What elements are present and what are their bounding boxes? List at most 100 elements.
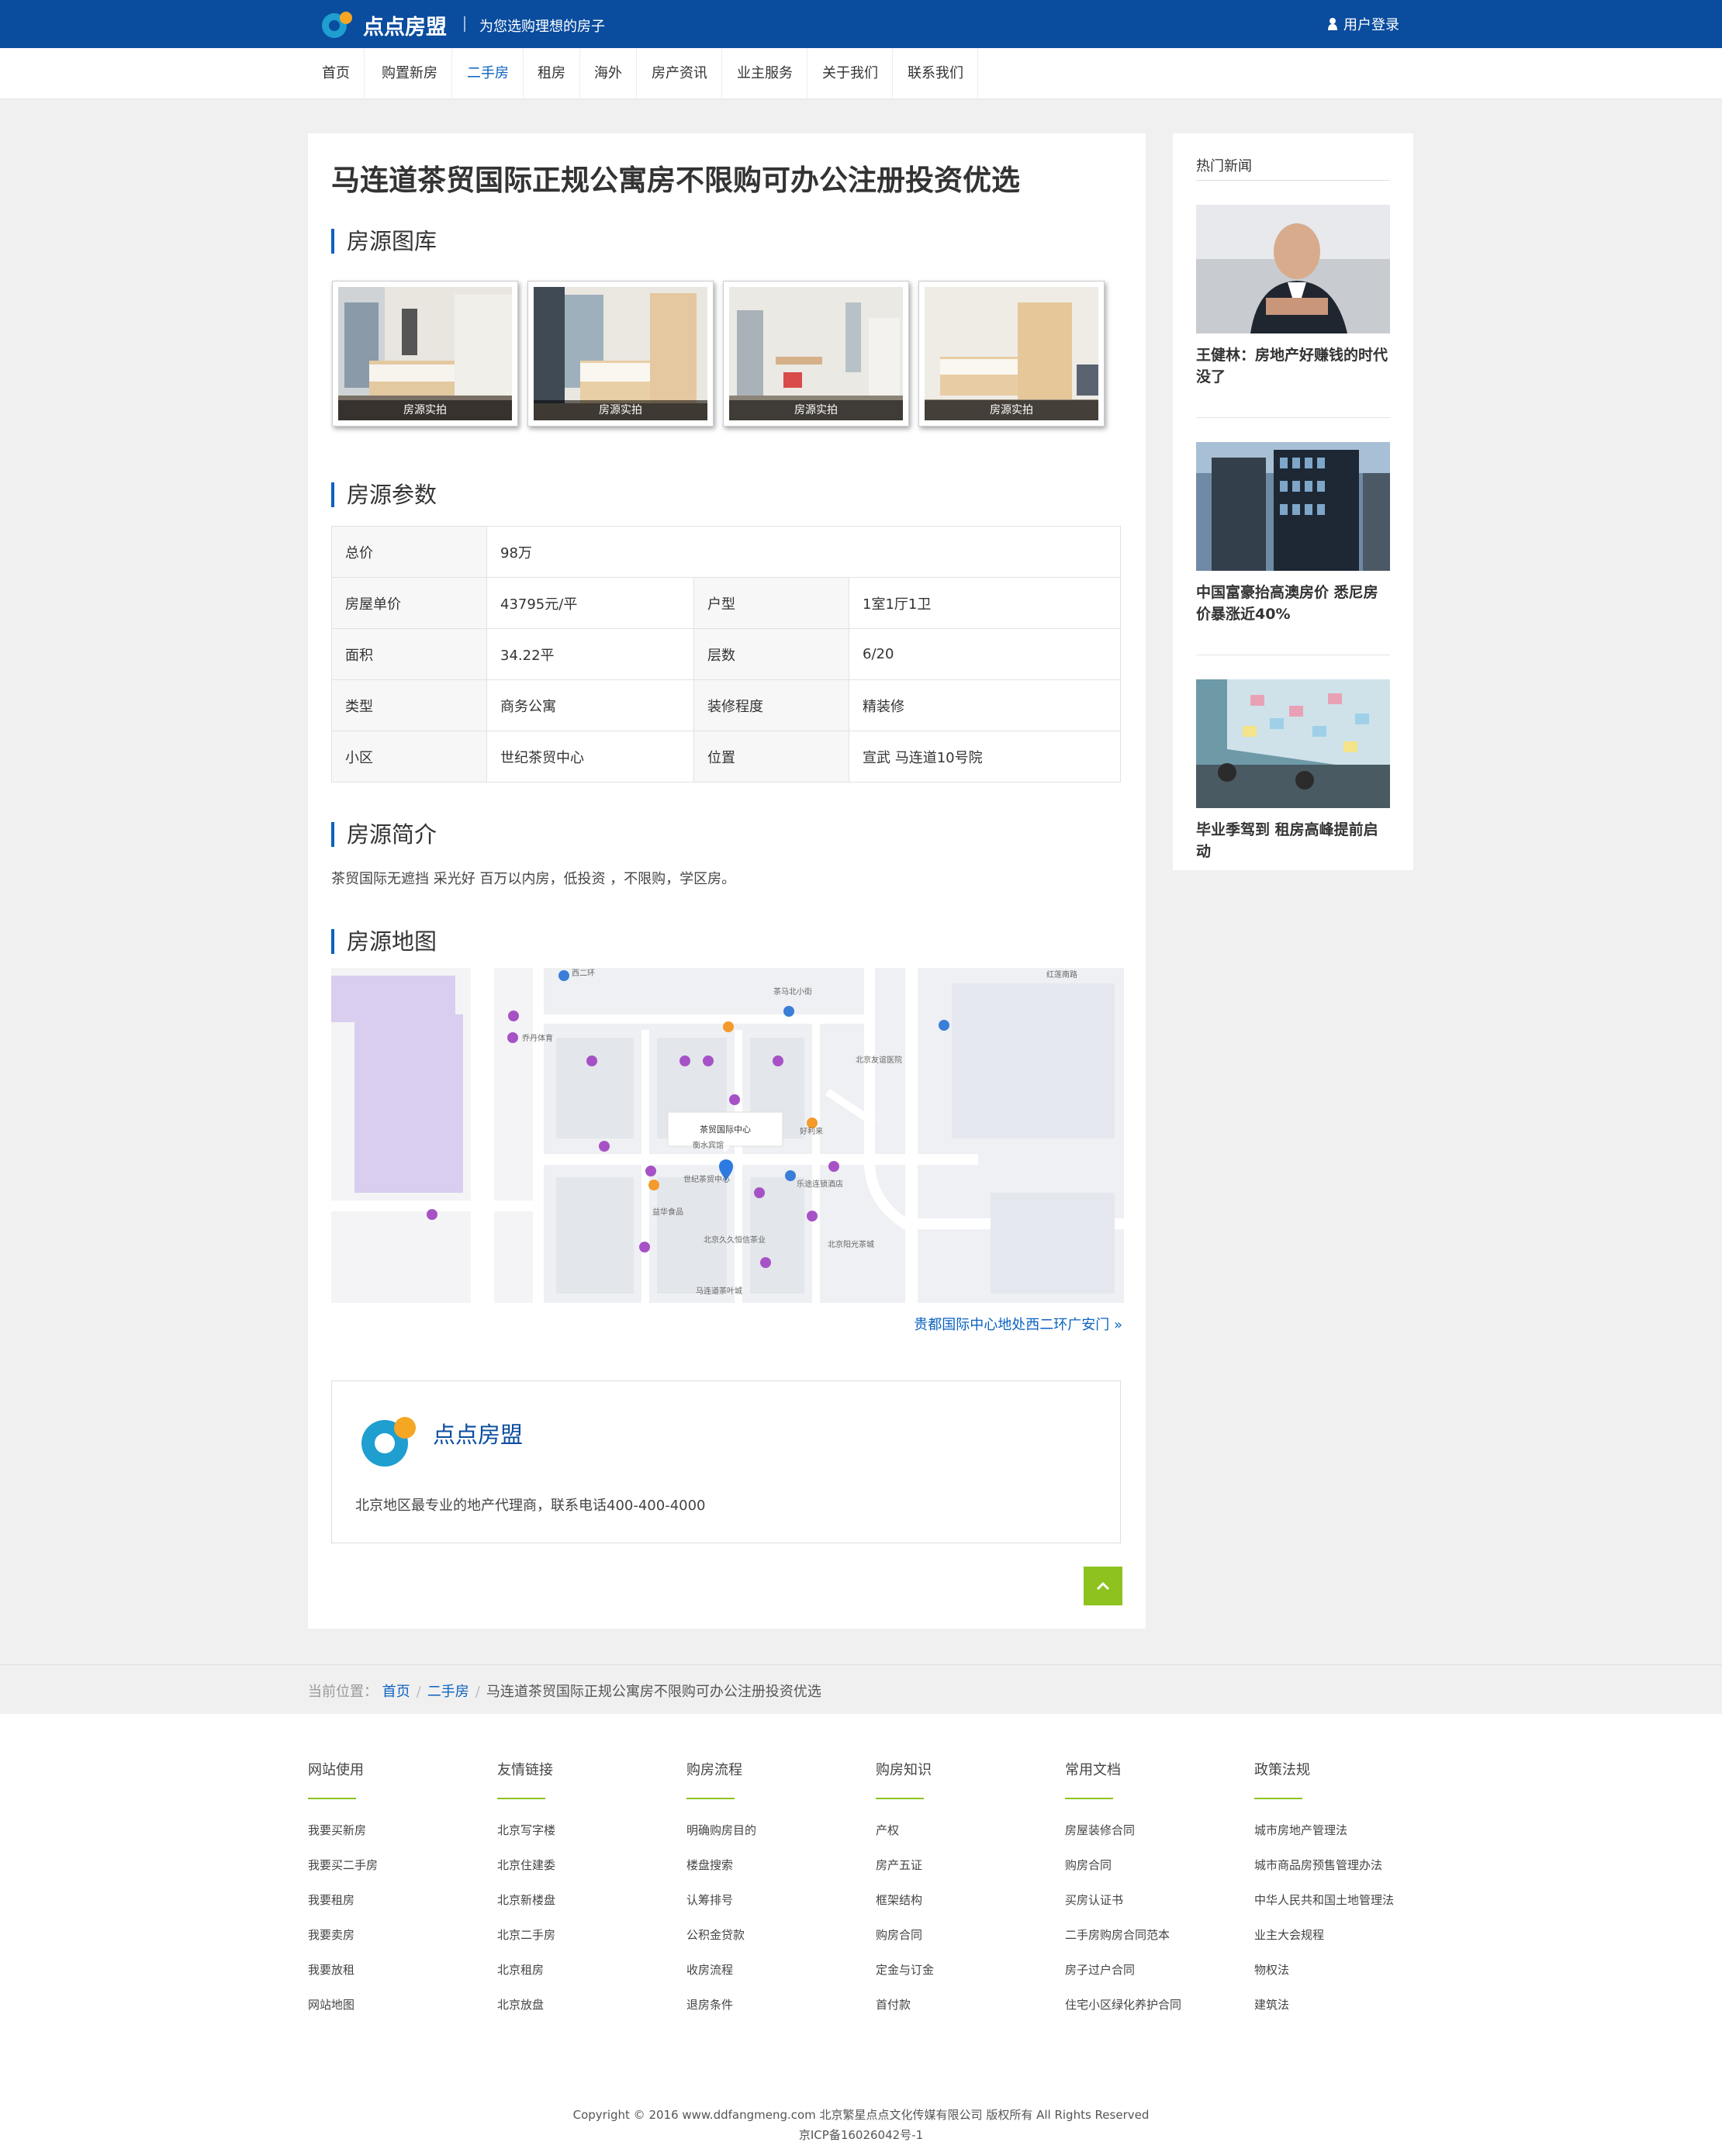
footer-link[interactable]: 城市商品房预售管理办法 (1254, 1857, 1433, 1892)
footer-column: 友情链接 北京写字楼 北京住建委 北京新楼盘 北京二手房 北京租房 北京放盘 (497, 1759, 676, 2032)
footer-link[interactable]: 物权法 (1254, 1962, 1433, 1997)
footer-column-title: 常用文档 (1065, 1762, 1121, 1778)
agency-name: 点点房盟 (433, 1422, 524, 1448)
footer-link[interactable]: 业主大会规程 (1254, 1927, 1433, 1962)
intro-text: 茶贸国际无遮挡 采光好 百万以内房，低投资 ，不限购，学区房。 (331, 871, 736, 887)
news-title[interactable]: 王健林：房地产好赚钱的时代没了 (1196, 344, 1390, 388)
gallery-photo[interactable]: 房源实拍 (918, 281, 1105, 427)
footer-link[interactable]: 楼盘搜索 (686, 1857, 865, 1892)
footer-link[interactable]: 北京二手房 (497, 1927, 676, 1962)
footer-link[interactable]: 中华人民共和国土地管理法 (1254, 1892, 1433, 1927)
table-row: 类型 商务公寓 装修程度 精装修 (331, 679, 1121, 731)
nav-owner-services[interactable]: 业主服务 (723, 48, 807, 99)
nav-new-homes[interactable]: 购置新房 (368, 48, 452, 99)
footer-link[interactable]: 我要买二手房 (308, 1857, 486, 1892)
param-value: 商务公寓 (486, 679, 694, 731)
breadcrumb-home-link[interactable]: 首页 (382, 1684, 410, 1700)
footer-link[interactable]: 房产五证 (876, 1857, 1054, 1892)
gallery-photo[interactable]: 房源实拍 (723, 281, 909, 427)
map-label: 乔丹体育 (522, 1033, 553, 1043)
footer-link[interactable]: 房屋装修合同 (1065, 1823, 1243, 1857)
footer-link[interactable]: 购房合同 (1065, 1857, 1243, 1892)
footer-link[interactable]: 公积金贷款 (686, 1927, 865, 1962)
nav-rent[interactable]: 租房 (524, 48, 580, 99)
back-to-top-button[interactable] (1084, 1567, 1122, 1605)
footer-column-title: 网站使用 (308, 1762, 364, 1778)
breadcrumb-current: 马连道茶贸国际正规公寓房不限购可办公注册投资优选 (486, 1684, 821, 1700)
footer-link[interactable]: 购房合同 (876, 1927, 1054, 1962)
footer-link[interactable]: 网站地图 (308, 1997, 486, 2032)
param-value: 34.22平 (486, 628, 694, 680)
param-label: 房屋单价 (331, 577, 487, 629)
footer-link[interactable]: 首付款 (876, 1997, 1054, 2032)
gallery-photo[interactable]: 房源实拍 (332, 281, 518, 427)
breadcrumb-bar: 当前位置： 首页 / 二手房 / 马连道茶贸国际正规公寓房不限购可办公注册投资优选 (0, 1664, 1722, 1714)
copyright-text: Copyright © 2016 www.ddfangmeng.com 北京繁星… (572, 2108, 1150, 2122)
param-value: 精装修 (849, 679, 1121, 731)
footer-link[interactable]: 定金与订金 (876, 1962, 1054, 1997)
map-heading: 房源地图 (331, 929, 437, 954)
map-label: 马连道茶叶城 (696, 1286, 742, 1296)
footer-link[interactable]: 框架结构 (876, 1892, 1054, 1927)
map-label: 世纪茶贸中心 (683, 1174, 730, 1184)
footer-link[interactable]: 房子过户合同 (1065, 1962, 1243, 1997)
nav-about[interactable]: 关于我们 (808, 48, 893, 99)
nav-home[interactable]: 首页 (308, 48, 365, 99)
breadcrumb-section-link[interactable]: 二手房 (427, 1684, 469, 1700)
news-photo-image (1196, 205, 1390, 333)
photo-caption: 房源实拍 (534, 400, 707, 420)
breadcrumb-separator: / (416, 1684, 421, 1700)
map-label: 红莲南路 (1046, 969, 1077, 980)
nav-news[interactable]: 房产资讯 (638, 48, 722, 99)
nav-second-hand[interactable]: 二手房 (453, 48, 524, 99)
brand-name[interactable]: 点点房盟 (363, 10, 447, 40)
footer-column: 购房流程 明确购房目的 楼盘搜索 认筹排号 公积金贷款 收房流程 退房条件 (686, 1759, 865, 2032)
icp-license[interactable]: 京ICP备16026042号-1 (0, 2125, 1722, 2145)
footer-link[interactable]: 北京新楼盘 (497, 1892, 676, 1927)
nav-contact[interactable]: 联系我们 (894, 48, 978, 99)
param-value: 1室1厅1卫 (849, 577, 1121, 629)
footer-link[interactable]: 产权 (876, 1823, 1054, 1857)
agency-logo-icon (361, 1417, 416, 1467)
news-thumbnail[interactable] (1196, 205, 1390, 333)
site-footer: 网站使用 我要买新房 我要买二手房 我要租房 我要卖房 我要放租 网站地图 友情… (0, 1714, 1722, 2156)
footer-column-title: 购房流程 (686, 1762, 742, 1778)
footer-link[interactable]: 北京住建委 (497, 1857, 676, 1892)
footer-link[interactable]: 明确购房目的 (686, 1823, 865, 1857)
footer-column: 网站使用 我要买新房 我要买二手房 我要租房 我要卖房 我要放租 网站地图 (308, 1759, 486, 2032)
footer-link[interactable]: 收房流程 (686, 1962, 865, 1997)
map-label: 北京阳光茶城 (828, 1239, 874, 1249)
brand-logo-icon[interactable] (320, 9, 355, 40)
footer-link[interactable]: 我要卖房 (308, 1927, 486, 1962)
map-detail-link[interactable]: 贵都国际中心地处西二环广安门 » (914, 1314, 1122, 1334)
param-label: 装修程度 (693, 679, 849, 731)
footer-link[interactable]: 认筹排号 (686, 1892, 865, 1927)
footer-link[interactable]: 北京写字楼 (497, 1823, 676, 1857)
user-login-label: 用户登录 (1343, 17, 1399, 33)
breadcrumb: 当前位置： 首页 / 二手房 / 马连道茶贸国际正规公寓房不限购可办公注册投资优选 (308, 1681, 821, 1701)
footer-link[interactable]: 我要租房 (308, 1892, 486, 1927)
footer-link[interactable]: 城市房地产管理法 (1254, 1823, 1433, 1857)
listing-card: 马连道茶贸国际正规公寓房不限购可办公注册投资优选 房源图库 房源实拍 房源实拍 … (308, 133, 1146, 1629)
nav-overseas[interactable]: 海外 (580, 48, 637, 99)
footer-link[interactable]: 我要买新房 (308, 1823, 486, 1857)
footer-link[interactable]: 北京放盘 (497, 1997, 676, 2032)
footer-link[interactable]: 退房条件 (686, 1997, 865, 2032)
gallery-photo[interactable]: 房源实拍 (527, 281, 714, 427)
news-thumbnail[interactable] (1196, 679, 1390, 808)
heading-divider (1196, 180, 1390, 181)
listing-title: 马连道茶贸国际正规公寓房不限购可办公注册投资优选 (331, 164, 1020, 197)
footer-column-title: 购房知识 (876, 1762, 932, 1778)
footer-link[interactable]: 二手房购房合同范本 (1065, 1927, 1243, 1962)
user-login-link[interactable]: 用户登录 (1328, 14, 1399, 34)
footer-link[interactable]: 北京租房 (497, 1962, 676, 1997)
news-thumbnail[interactable] (1196, 442, 1390, 571)
footer-link[interactable]: 住宅小区绿化养护合同 (1065, 1997, 1243, 2032)
table-row: 面积 34.22平 层数 6/20 (331, 628, 1121, 680)
news-title[interactable]: 中国富豪抬高澳房价 悉尼房价暴涨近40% (1196, 582, 1390, 625)
footer-link[interactable]: 建筑法 (1254, 1997, 1433, 2032)
news-title[interactable]: 毕业季驾到 租房高峰提前启动 (1196, 819, 1390, 862)
footer-link[interactable]: 我要放租 (308, 1962, 486, 1997)
location-map[interactable]: 茶贸国际中心 茶马北小街 红莲南路 北京友谊医院 乔丹体育 西二环 世纪茶贸中心… (331, 968, 1124, 1303)
footer-link[interactable]: 买房认证书 (1065, 1892, 1243, 1927)
